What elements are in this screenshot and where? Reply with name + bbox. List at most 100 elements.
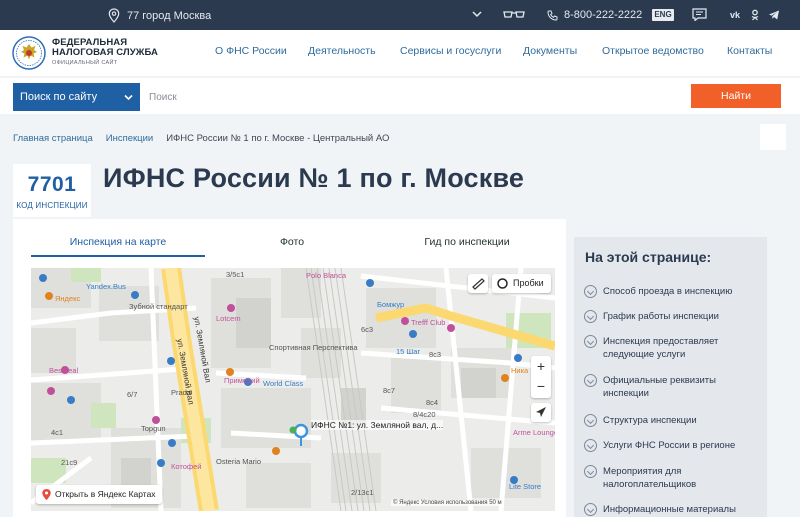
search-scope-select[interactable]: Поиск по сайту (13, 83, 140, 111)
house-number: 8c3 (429, 350, 442, 359)
corner-button[interactable] (760, 124, 786, 150)
sidebar-item-label: Официальные реквизиты инспекции (603, 375, 716, 399)
hotline-phone[interactable]: 8-800-222-2222 (547, 9, 642, 21)
nav-documents[interactable]: Документы (523, 45, 577, 57)
map-place: Trefff Club (411, 318, 446, 327)
sidebar-item-structure[interactable]: Структура инспекции (584, 414, 764, 427)
chevron-circle-icon (584, 503, 597, 516)
sidebar-item-requisites[interactable]: Официальные реквизиты инспекции (584, 374, 764, 400)
tab-guide[interactable]: Гид по инспекции (379, 236, 555, 248)
sidebar-item-label: Услуги ФНС России в регионе (603, 440, 736, 451)
search-button[interactable]: Найти (691, 84, 781, 108)
site-header: ФЕДЕРАЛЬНАЯ НАЛОГОВАЯ СЛУЖБА ОФИЦИАЛЬНЫЙ… (0, 30, 800, 76)
tab-photo[interactable]: Фото (219, 236, 365, 248)
vk-icon[interactable]: vk (729, 9, 741, 21)
house-number: 3/5c1 (226, 270, 245, 279)
sidebar-item-regional-services[interactable]: Услуги ФНС России в регионе (584, 439, 764, 452)
map-place: Яндекс (55, 294, 81, 303)
map-place: Спортивная Перспектива (269, 343, 358, 352)
top-bar: 77 город Москва 8-800-222-2222 ENG vk (0, 0, 800, 30)
open-in-yandex-maps-button[interactable]: Открыть в Яндекс Картах (36, 485, 162, 504)
traffic-icon (497, 278, 508, 289)
traffic-button[interactable]: Пробки (492, 274, 551, 293)
nav-about[interactable]: О ФНС России (215, 45, 287, 57)
map-place: Зубной стандарт (129, 302, 188, 311)
active-tab-indicator (31, 255, 205, 257)
nav-open-agency[interactable]: Открытое ведомство (602, 45, 704, 57)
region-selector[interactable]: 77 город Москва (108, 8, 211, 23)
map-place: Yandex.Bus (86, 282, 126, 291)
telegram-icon[interactable] (768, 9, 780, 21)
map-pin-icon (42, 489, 51, 500)
chevron-down-icon[interactable] (472, 9, 482, 19)
inspection-code-label: КОД ИНСПЕКЦИИ (16, 201, 88, 210)
house-number: 8c7 (383, 386, 396, 395)
inspection-card: Инспекция на карте Фото Гид по инспекции (13, 219, 566, 517)
map-pin-icon (108, 8, 120, 23)
open-in-yandex-maps-label: Открыть в Яндекс Картах (55, 489, 156, 499)
map-place: Lotcem (216, 314, 241, 323)
phone-icon (547, 10, 558, 21)
chevron-circle-icon (584, 414, 597, 427)
chevron-circle-icon (584, 465, 597, 478)
map-place: Примерий (224, 376, 260, 385)
yandex-map[interactable]: Яндекс Yandex.Bus Зубной стандарт Bestde… (31, 268, 555, 511)
breadcrumb-inspections[interactable]: Инспекции (106, 133, 153, 144)
map-place: World Class (263, 379, 304, 388)
inspection-code-box: 7701 КОД ИНСПЕКЦИИ (13, 164, 91, 217)
brand-subtitle: ОФИЦИАЛЬНЫЙ САЙТ (52, 60, 118, 66)
sidebar-item-label: График работы инспекции (603, 311, 719, 322)
chat-icon[interactable] (692, 8, 707, 21)
sidebar-item-directions[interactable]: Способ проезда в инспекцию (584, 285, 764, 298)
sidebar-item-materials[interactable]: Информационные материалы (584, 503, 764, 516)
sidebar-item-label: Структура инспекции (603, 415, 697, 426)
search-input[interactable] (140, 83, 690, 111)
sidebar-item-events[interactable]: Мероприятия для налогоплательщиков (584, 465, 764, 491)
chevron-circle-icon (584, 439, 597, 452)
map-copyright: © Яндекс Условия использования 50 м (391, 500, 504, 506)
map-place: Polo Blanca (306, 271, 347, 280)
nav-activity[interactable]: Деятельность (308, 45, 376, 57)
sidebar-item-label: Мероприятия для налогоплательщиков (603, 466, 697, 490)
phone-number: 8-800-222-2222 (564, 9, 643, 21)
zoom-control: + − (531, 356, 551, 398)
traffic-label: Пробки (513, 278, 544, 288)
chevron-circle-icon (584, 335, 597, 348)
map-place: Arme Lounge (513, 428, 555, 437)
breadcrumb-home[interactable]: Главная страница (13, 133, 93, 144)
inspection-marker-label: ИФНС №1: ул. Земляной вал, д... (311, 420, 444, 430)
house-number: 6/7 (127, 390, 138, 399)
map-place: Бомжур (377, 300, 405, 309)
map-place: Ника (511, 366, 529, 375)
region-label: 77 город Москва (127, 9, 212, 22)
map-place: Lite Store (509, 482, 542, 491)
zoom-in-icon[interactable]: + (531, 356, 551, 377)
map-canvas (31, 268, 555, 511)
chevron-down-icon (124, 94, 133, 101)
glasses-icon[interactable] (503, 10, 525, 20)
chevron-circle-icon (584, 374, 597, 387)
geolocation-button[interactable] (531, 403, 551, 422)
sidebar-item-label: Способ проезда в инспекцию (603, 286, 733, 297)
breadcrumb: Главная страница Инспекции ИФНС России №… (13, 133, 389, 144)
search-bar: Поиск по сайту Найти (0, 78, 800, 114)
nav-contacts[interactable]: Контакты (727, 45, 772, 57)
brand-name: ФЕДЕРАЛЬНАЯ НАЛОГОВАЯ СЛУЖБА ОФИЦИАЛЬНЫЙ… (52, 38, 158, 68)
ok-icon[interactable] (749, 9, 761, 21)
tab-map[interactable]: Инспекция на карте (31, 236, 205, 248)
page-title: ИФНС России № 1 по г. Москве (103, 163, 525, 193)
language-switch[interactable]: ENG (652, 9, 674, 21)
ruler-button[interactable] (468, 274, 488, 293)
zoom-out-icon[interactable]: − (531, 377, 551, 398)
sidebar-item-services[interactable]: Инспекция предоставляет следующие услуги (584, 335, 764, 361)
fns-emblem-logo[interactable] (12, 36, 46, 70)
sidebar-heading: На этой странице: (585, 249, 712, 265)
map-place: Topgun (141, 424, 166, 433)
map-place: Котофей (171, 462, 202, 471)
chevron-circle-icon (584, 310, 597, 323)
nav-services[interactable]: Сервисы и госуслуги (400, 45, 501, 57)
house-number: 8/4c20 (413, 410, 436, 419)
house-number: 6c3 (361, 325, 374, 334)
brand-line-2: НАЛОГОВАЯ СЛУЖБА (52, 47, 158, 58)
sidebar-item-schedule[interactable]: График работы инспекции (584, 310, 764, 323)
